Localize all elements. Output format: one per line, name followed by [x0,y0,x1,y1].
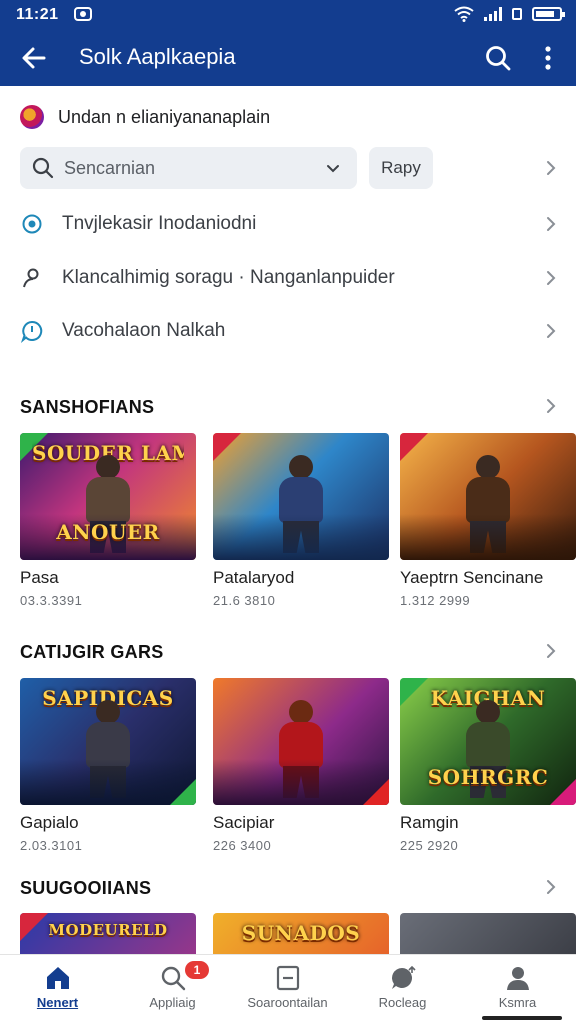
game-card[interactable]: SOUDER LAME ANOUER Pasa 03.3.3391 [20,433,196,608]
section-title: SUUGOOIIANS [20,878,152,898]
account-row[interactable]: Undan n elianiyananaplain [20,103,556,131]
game-card[interactable]: Sacipiar 226 3400 [213,678,389,853]
account-row-label: Undan n elianiyananaplain [58,106,271,127]
badge-icon [170,779,196,805]
search-icon[interactable] [482,42,514,74]
radio-target-icon [22,214,42,234]
game-name: Sacipiar [213,813,275,832]
status-time: 11:21 [16,6,59,23]
search-icon [161,966,186,991]
game-name: Patalaryod [213,568,295,587]
status-bar: 11:21 [0,0,576,30]
chevron-right-icon[interactable] [544,215,558,233]
game-artwork: SAPIDICAS [20,678,196,805]
notification-icon [74,7,92,21]
page-title: Solk Aaplkaepia [79,44,236,69]
artwork-title: MODEURELD [48,921,168,939]
game-artwork [400,433,576,560]
home-icon [47,967,69,989]
status-icons [454,5,565,23]
home-indicator [482,1016,562,1020]
battery-icon [532,7,565,21]
chevron-right-icon[interactable] [544,322,558,340]
game-name: Gapialo [20,813,79,832]
search-placeholder: Sencarnian [64,157,156,178]
game-name: Yaeptrn Sencinane [400,568,544,587]
game-meta: 21.6 3810 [213,593,276,608]
chat-icon [392,965,416,989]
menu-item-1[interactable]: Klancalhimig soragu · Nanganlanpuider [20,258,556,298]
game-meta: 03.3.3391 [20,593,83,608]
search-input[interactable]: Sencarnian [20,147,357,189]
nav-label: Soaroontailan [247,995,328,1010]
wifi-icon [454,6,474,22]
game-card[interactable]: Yaeptrn Sencinane 1.312 2999 [400,433,576,608]
signal-icon [484,7,502,21]
badge-icon [213,433,241,461]
game-meta: 225 2920 [400,838,459,853]
nav-item-home[interactable]: Nenert [0,955,115,1024]
nav-item-library[interactable]: Soaroontailan [230,955,345,1024]
artwork-subtitle: ANOUER [56,520,160,544]
game-artwork: SOUDER LAME ANOUER [20,433,196,560]
ready-button[interactable]: Rapy [369,147,433,189]
menu-item-2[interactable]: Vacohalaon Nalkah [20,311,556,351]
search-icon [32,157,54,179]
menu-item-0[interactable]: Tnvjlekasir Inodaniodni [20,204,556,244]
game-card[interactable]: Patalaryod 21.6 3810 [213,433,389,608]
back-arrow-icon[interactable] [18,42,50,74]
game-artwork [213,678,389,805]
game-meta: 1.312 2999 [400,593,471,608]
menu-item-label: Klancalhimig soragu · Nanganlanpuider [62,267,395,288]
nav-label: Appliaig [149,995,196,1010]
chat-bubble-icon [20,320,43,343]
badge-icon [400,433,428,461]
badge-icon [550,779,576,805]
nav-label: Rocleag [378,995,427,1010]
menu-item-label: Vacohalaon Nalkah [62,320,226,341]
chevron-right-icon[interactable] [544,397,558,415]
game-name: Pasa [20,568,59,587]
game-artwork [213,433,389,560]
chevron-down-icon[interactable] [323,158,343,178]
nav-label: Ksmra [498,995,537,1010]
nav-item-apps[interactable]: 1 Appliaig [115,955,230,1024]
artwork-subtitle: SOHRGRC [427,765,549,789]
game-card[interactable]: KAIGHAN SOHRGRC Ramgin 225 2920 [400,678,576,853]
sim-icon [512,8,522,20]
chevron-right-icon[interactable] [544,878,558,896]
game-artwork: KAIGHAN SOHRGRC [400,678,576,805]
person-outline-icon [23,268,39,288]
chevron-right-icon[interactable] [544,269,558,287]
nav-item-profile[interactable]: Ksmra [460,955,575,1024]
top-app-bar: 11:21 Solk Aaplkaepia [0,0,576,86]
menu-item-label: Tnvjlekasir Inodaniodni [62,213,257,234]
game-meta: 2.03.3101 [20,838,83,853]
chevron-right-icon[interactable] [544,159,558,177]
app-bar: Solk Aaplkaepia [0,30,576,86]
tablet-icon [276,965,300,991]
section-title: CATIJGIR GARS [20,642,164,662]
section-title: SANSHOFIANS [20,397,155,417]
nav-item-chat[interactable]: Rocleag [345,955,460,1024]
artwork-title: SUNADOS [241,921,361,945]
game-card[interactable]: SAPIDICAS Gapialo 2.03.3101 [20,678,196,853]
notification-badge: 1 [185,961,209,979]
bottom-navigation: Nenert 1 Appliaig Soaroontailan Rocleag … [0,954,576,1024]
badge-icon [363,779,389,805]
person-icon [507,967,529,990]
app-logo-icon [20,105,44,129]
game-name: Ramgin [400,813,459,832]
chevron-right-icon[interactable] [544,642,558,660]
more-vert-icon[interactable] [536,42,560,74]
nav-label: Nenert [36,995,79,1010]
game-meta: 226 3400 [213,838,272,853]
